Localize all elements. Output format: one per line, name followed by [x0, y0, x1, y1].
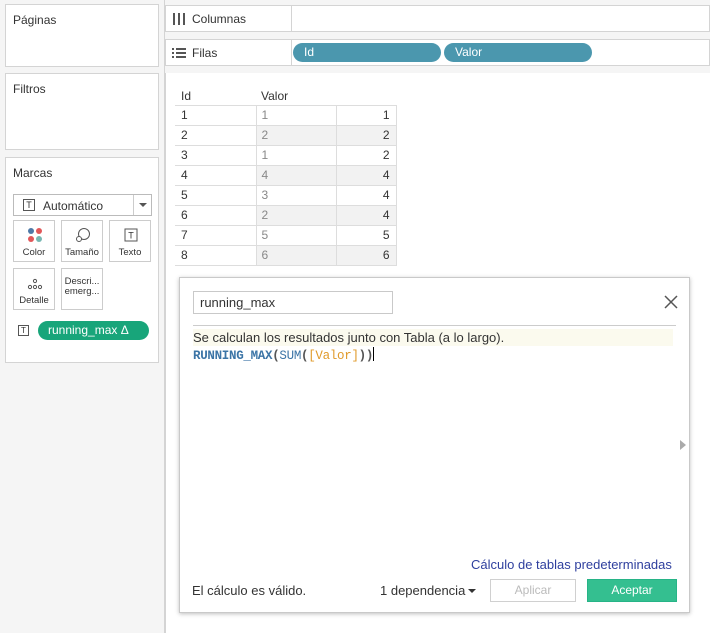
marks-card-title: Marcas — [13, 166, 53, 180]
cell-valor: 1 — [255, 144, 336, 166]
size-button[interactable]: Tamaño — [61, 220, 103, 262]
cell-valor: 3 — [255, 184, 336, 206]
shelf-divider — [291, 6, 292, 31]
close-icon[interactable] — [664, 295, 678, 309]
cell-running-max: 5 — [335, 224, 397, 246]
valor-pill[interactable]: Valor — [444, 43, 592, 62]
shelf-divider — [291, 40, 292, 65]
cell-valor: 1 — [255, 104, 336, 126]
text-cursor — [373, 347, 375, 361]
chevron-down-icon[interactable] — [133, 195, 151, 215]
left-panel: Páginas Filtros Marcas T Automático Colo… — [0, 0, 165, 633]
header-running-max — [336, 87, 396, 105]
marks-card: Marcas T Automático Color Tamaño T Texto… — [5, 157, 159, 363]
filters-card[interactable]: Filtros — [5, 73, 159, 150]
rows-icon — [172, 48, 186, 58]
marks-field-row: T running_max Δ — [18, 321, 154, 341]
chevron-down-icon — [468, 589, 477, 593]
columns-icon — [173, 13, 185, 25]
calculation-dialog: Se calculan los resultados junto con Tab… — [179, 277, 690, 613]
cell-running-max: 2 — [335, 144, 397, 166]
table-row: 7 5 5 — [175, 224, 397, 246]
rows-label: Filas — [192, 46, 218, 60]
color-button[interactable]: Color — [13, 220, 55, 262]
cell-running-max: 1 — [335, 104, 397, 126]
pages-card[interactable]: Páginas — [5, 4, 159, 67]
text-button[interactable]: T Texto — [109, 220, 151, 262]
color-label: Color — [22, 247, 46, 258]
size-label: Tamaño — [65, 247, 99, 258]
text-label: Texto — [118, 247, 142, 258]
mark-type-select[interactable]: T Automático — [13, 194, 152, 216]
svg-text:T: T — [128, 231, 134, 241]
detail-icon — [27, 278, 43, 290]
cell-running-max: 6 — [335, 244, 397, 266]
table-row: 3 1 2 — [175, 144, 397, 166]
cell-id: 2 — [175, 124, 256, 146]
running-max-pill[interactable]: running_max Δ — [38, 321, 149, 340]
table-row: 1 1 1 — [175, 104, 397, 126]
cell-id: 3 — [175, 144, 256, 166]
table-row: 4 4 4 — [175, 164, 397, 186]
cell-running-max: 4 — [335, 164, 397, 186]
mark-type-label: Automático — [43, 199, 104, 213]
size-icon — [76, 228, 90, 242]
id-pill[interactable]: Id — [293, 43, 441, 62]
cell-id: 7 — [175, 224, 256, 246]
calculation-name-input[interactable] — [193, 291, 393, 314]
table-row: 8 6 6 — [175, 244, 397, 266]
text-mark-icon: T — [18, 325, 29, 336]
cell-valor: 6 — [255, 244, 336, 266]
dependency-label: 1 dependencia — [380, 583, 466, 598]
detail-button[interactable]: Detalle — [13, 268, 55, 310]
cell-valor: 4 — [255, 164, 336, 186]
tooltip-button[interactable]: Descri... emerg... — [61, 268, 103, 310]
cell-id: 1 — [175, 104, 256, 126]
cell-valor: 2 — [255, 204, 336, 226]
validation-status: El cálculo es válido. — [192, 583, 307, 598]
formula-inner-function: SUM — [279, 349, 302, 363]
formula-editor[interactable]: RUNNING_MAX(SUM([Valor])) — [193, 347, 375, 363]
rows-shelf[interactable]: Filas Id Valor — [165, 39, 710, 66]
filters-card-title: Filtros — [13, 82, 46, 96]
default-table-calc-link[interactable]: Cálculo de tablas predeterminadas — [471, 557, 672, 572]
data-table: Id Valor 1 1 1 2 2 2 3 1 2 4 4 4 5 3 4 6… — [175, 87, 397, 266]
cell-id: 6 — [175, 204, 256, 226]
accept-button[interactable]: Aceptar — [587, 579, 677, 602]
table-row: 5 3 4 — [175, 184, 397, 206]
apply-button[interactable]: Aplicar — [490, 579, 576, 602]
cell-running-max: 4 — [335, 204, 397, 226]
calculation-info: Se calculan los resultados junto con Tab… — [193, 329, 673, 346]
cell-running-max: 2 — [335, 124, 397, 146]
header-valor: Valor — [261, 88, 289, 103]
text-mark-icon: T — [23, 199, 35, 211]
color-icon — [28, 228, 42, 242]
header-id: Id — [181, 88, 192, 103]
dependency-dropdown[interactable]: 1 dependencia — [380, 583, 477, 598]
formula-function: RUNNING_MAX — [193, 349, 273, 363]
tooltip-label: Descri... emerg... — [64, 276, 100, 297]
cell-id: 8 — [175, 244, 256, 266]
columns-label: Columnas — [192, 12, 247, 26]
expand-arrow-icon[interactable] — [680, 440, 686, 450]
cell-id: 4 — [175, 164, 256, 186]
table-row: 2 2 2 — [175, 124, 397, 146]
table-row: 6 2 4 — [175, 204, 397, 226]
detail-label: Detalle — [19, 295, 49, 306]
columns-shelf[interactable]: Columnas — [165, 5, 710, 32]
cell-valor: 2 — [255, 124, 336, 146]
cell-valor: 5 — [255, 224, 336, 246]
formula-field: [Valor] — [308, 349, 359, 363]
cell-running-max: 4 — [335, 184, 397, 206]
cell-id: 5 — [175, 184, 256, 206]
text-icon: T — [124, 228, 138, 242]
pages-card-title: Páginas — [13, 13, 57, 27]
dialog-separator — [193, 325, 676, 326]
